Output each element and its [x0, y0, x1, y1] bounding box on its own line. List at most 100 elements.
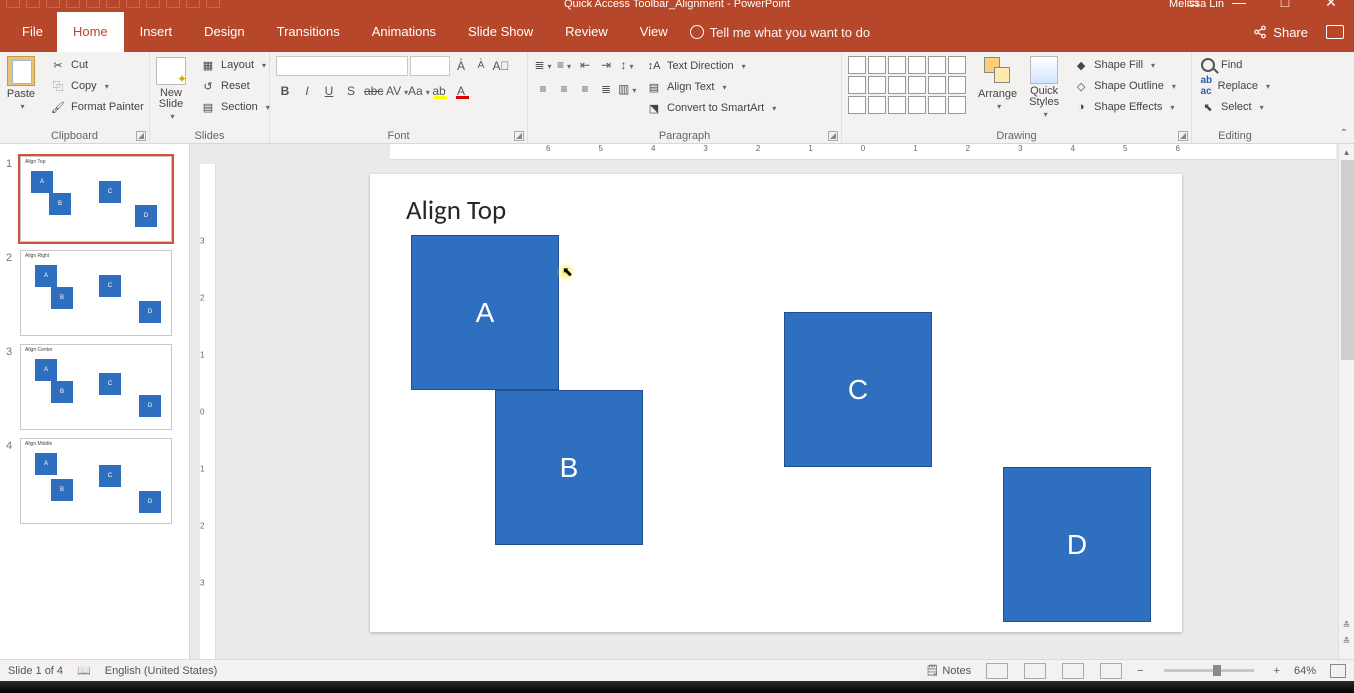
- shape-icon[interactable]: [888, 96, 906, 114]
- increase-indent-button[interactable]: ⇥: [597, 56, 615, 74]
- ribbon-display-options-icon[interactable]: ▭: [1170, 0, 1216, 10]
- reading-view-button[interactable]: [1062, 663, 1084, 679]
- shapes-gallery[interactable]: [842, 52, 972, 133]
- tell-me-search[interactable]: Tell me what you want to do: [690, 12, 870, 52]
- qat-icon[interactable]: [166, 0, 180, 8]
- zoom-in-button[interactable]: +: [1274, 665, 1280, 677]
- font-color-button[interactable]: A: [452, 82, 470, 100]
- align-text-button[interactable]: ▤Align Text: [642, 77, 780, 97]
- section-button[interactable]: ▤Section: [196, 97, 274, 117]
- shape-effects-button[interactable]: ◑Shape Effects: [1069, 97, 1180, 117]
- slideshow-view-button[interactable]: [1100, 663, 1122, 679]
- qat-icon[interactable]: [186, 0, 200, 8]
- quick-styles-button[interactable]: Quick Styles: [1023, 52, 1065, 133]
- font-dialog-launcher[interactable]: ◢: [514, 131, 524, 141]
- collapse-ribbon-button[interactable]: ⌃: [1340, 128, 1348, 139]
- replace-button[interactable]: abacReplace: [1196, 76, 1274, 96]
- underline-button[interactable]: U: [320, 82, 338, 100]
- clear-formatting-button[interactable]: A⃠: [492, 57, 510, 75]
- next-slide-button[interactable]: ≛: [1339, 633, 1354, 649]
- qat-icon[interactable]: [6, 0, 20, 8]
- shape-icon[interactable]: [848, 96, 866, 114]
- paragraph-dialog-launcher[interactable]: ◢: [828, 131, 838, 141]
- shape-icon[interactable]: [928, 56, 946, 74]
- zoom-percent[interactable]: 64%: [1294, 665, 1316, 677]
- character-spacing-button[interactable]: AV: [386, 82, 404, 100]
- qat-icon[interactable]: [86, 0, 100, 8]
- decrease-font-size-button[interactable]: A͐: [472, 57, 490, 75]
- align-center-button[interactable]: ≡: [555, 80, 573, 98]
- vertical-scrollbar[interactable]: ▴ ≛≛ ▾: [1338, 144, 1354, 665]
- find-button[interactable]: Find: [1196, 55, 1274, 75]
- change-case-button[interactable]: Aa: [408, 82, 426, 100]
- shape-icon[interactable]: [868, 96, 886, 114]
- numbering-button[interactable]: ≡: [555, 56, 573, 74]
- decrease-indent-button[interactable]: ⇤: [576, 56, 594, 74]
- select-button[interactable]: ⬉Select: [1196, 97, 1274, 117]
- qat-icon[interactable]: [126, 0, 140, 8]
- strikethrough-button[interactable]: abc: [364, 82, 382, 100]
- slide-thumbnail-1[interactable]: Align Top A B C D: [20, 156, 172, 242]
- shape-icon[interactable]: [908, 76, 926, 94]
- scroll-thumb[interactable]: [1341, 160, 1354, 360]
- bold-button[interactable]: B: [276, 82, 294, 100]
- line-spacing-button[interactable]: ↕: [618, 56, 636, 74]
- drawing-dialog-launcher[interactable]: ◢: [1178, 131, 1188, 141]
- language-status[interactable]: English (United States): [105, 665, 218, 677]
- shape-fill-button[interactable]: ◆Shape Fill: [1069, 55, 1180, 75]
- italic-button[interactable]: I: [298, 82, 316, 100]
- font-name-input[interactable]: [276, 56, 408, 76]
- cut-button[interactable]: ✂Cut: [46, 55, 148, 75]
- slide-thumbnail-4[interactable]: Align Middle A B C D: [20, 438, 172, 524]
- zoom-out-button[interactable]: −: [1137, 665, 1143, 677]
- shape-icon[interactable]: [948, 96, 966, 114]
- slide-counter[interactable]: Slide 1 of 4: [8, 665, 63, 677]
- shape-icon[interactable]: [928, 76, 946, 94]
- tab-animations[interactable]: Animations: [356, 12, 452, 52]
- clipboard-dialog-launcher[interactable]: ◢: [136, 131, 146, 141]
- increase-font-size-button[interactable]: A͐: [452, 57, 470, 75]
- zoom-slider-thumb[interactable]: [1213, 665, 1221, 676]
- shadow-button[interactable]: S: [342, 82, 360, 100]
- shape-d[interactable]: D: [1003, 467, 1151, 622]
- tab-file[interactable]: File: [8, 12, 57, 52]
- shape-icon[interactable]: [868, 56, 886, 74]
- align-left-button[interactable]: ≡: [534, 80, 552, 98]
- tab-design[interactable]: Design: [188, 12, 260, 52]
- minimize-button[interactable]: —: [1216, 0, 1262, 10]
- slide-thumbnail-2[interactable]: Align Right A B C D: [20, 250, 172, 336]
- scroll-up-button[interactable]: ▴: [1339, 144, 1354, 160]
- fit-to-window-button[interactable]: [1330, 664, 1346, 678]
- spellcheck-icon[interactable]: 📖: [77, 664, 91, 677]
- slide-title-text[interactable]: Align Top: [406, 194, 506, 227]
- align-right-button[interactable]: ≡: [576, 80, 594, 98]
- qat-icon[interactable]: [106, 0, 120, 8]
- restore-button[interactable]: □: [1262, 0, 1308, 10]
- qat-icon[interactable]: [46, 0, 60, 8]
- zoom-slider[interactable]: [1164, 669, 1254, 672]
- layout-button[interactable]: ▦Layout: [196, 55, 274, 75]
- comments-button[interactable]: [1326, 12, 1344, 52]
- normal-view-button[interactable]: [986, 663, 1008, 679]
- slide-thumbnail-3[interactable]: Align Center A B C D: [20, 344, 172, 430]
- tab-insert[interactable]: Insert: [124, 12, 189, 52]
- slide-editor[interactable]: 6543210123456 3210123 Align Top A B C D …: [190, 144, 1354, 665]
- tab-transitions[interactable]: Transitions: [261, 12, 356, 52]
- highlight-color-button[interactable]: ab: [430, 82, 448, 100]
- tab-view[interactable]: View: [624, 12, 684, 52]
- tab-review[interactable]: Review: [549, 12, 624, 52]
- previous-slide-button[interactable]: ≛: [1339, 617, 1354, 633]
- shape-icon[interactable]: [848, 56, 866, 74]
- copy-button[interactable]: ⿻Copy: [46, 76, 148, 96]
- shape-outline-button[interactable]: ◇Shape Outline: [1069, 76, 1180, 96]
- quick-access-toolbar[interactable]: [0, 0, 220, 8]
- paste-button[interactable]: Paste: [0, 52, 42, 131]
- qat-icon[interactable]: [66, 0, 80, 8]
- shape-icon[interactable]: [848, 76, 866, 94]
- slide-sorter-view-button[interactable]: [1024, 663, 1046, 679]
- reset-button[interactable]: ↺Reset: [196, 76, 274, 96]
- font-size-input[interactable]: [410, 56, 450, 76]
- shape-icon[interactable]: [948, 76, 966, 94]
- shape-a[interactable]: A: [411, 235, 559, 390]
- convert-smartart-button[interactable]: ⬔Convert to SmartArt: [642, 98, 780, 118]
